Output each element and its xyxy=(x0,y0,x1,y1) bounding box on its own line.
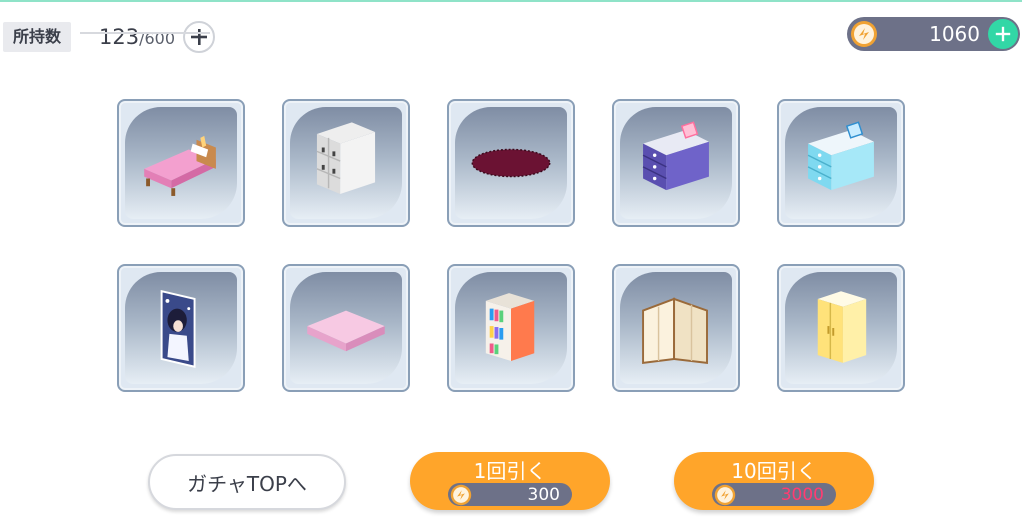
draw-1-label: 1回引く xyxy=(473,459,547,483)
plus-icon xyxy=(995,26,1011,42)
item-tile-pink-bed[interactable] xyxy=(117,99,245,227)
draw-10-button[interactable]: 10回引く 3000 xyxy=(674,452,874,510)
item-tile-folding-screen[interactable] xyxy=(612,264,740,392)
draw-10-label: 10回引く xyxy=(731,459,817,483)
top-accent-line xyxy=(0,0,1022,2)
plus-icon xyxy=(191,29,208,45)
item-tile-pink-mat[interactable] xyxy=(282,264,410,392)
item-tile-blue-chest[interactable] xyxy=(777,99,905,227)
item-tile-idol-poster[interactable] xyxy=(117,264,245,392)
owned-underline xyxy=(80,32,210,34)
owned-count: 123/600 xyxy=(99,25,175,49)
item-tile-purple-chest[interactable] xyxy=(612,99,740,227)
draw-1-button[interactable]: 1回引く 300 xyxy=(410,452,610,510)
locker-icon xyxy=(316,122,376,194)
owned-current: 123 xyxy=(99,25,140,49)
owned-counter: 所持数 123/600 xyxy=(3,20,216,54)
currency-value: 1060 xyxy=(929,22,980,46)
jewel-coin-icon xyxy=(450,484,472,505)
draw-1-cost-value: 300 xyxy=(527,484,560,505)
dresser-icon xyxy=(807,121,874,191)
item-tile-oval-rug[interactable] xyxy=(447,99,575,227)
draw-10-cost-value: 3000 xyxy=(780,484,824,505)
draw-10-cost: 3000 xyxy=(712,483,836,506)
rug-icon xyxy=(471,148,551,178)
add-currency-button[interactable] xyxy=(988,19,1018,49)
owned-label: 所持数 xyxy=(3,22,72,52)
poster-icon xyxy=(160,289,196,368)
item-tile-white-locker[interactable] xyxy=(282,99,410,227)
bed-icon xyxy=(144,135,216,196)
dresser-icon xyxy=(642,121,709,191)
item-tile-bookshelf[interactable] xyxy=(447,264,575,392)
currency-display: 1060 xyxy=(847,17,1020,51)
wardrobe-icon xyxy=(817,291,867,363)
expand-capacity-button[interactable] xyxy=(183,21,216,53)
item-tile-yellow-wardrobe[interactable] xyxy=(777,264,905,392)
screen-icon xyxy=(642,297,708,364)
jewel-coin-icon xyxy=(851,21,877,47)
jewel-coin-icon xyxy=(714,484,736,505)
draw-1-cost: 300 xyxy=(448,483,572,506)
mat-icon xyxy=(307,310,385,352)
gacha-top-button[interactable]: ガチャTOPへ xyxy=(148,454,346,510)
bookshelf-icon xyxy=(485,293,535,361)
